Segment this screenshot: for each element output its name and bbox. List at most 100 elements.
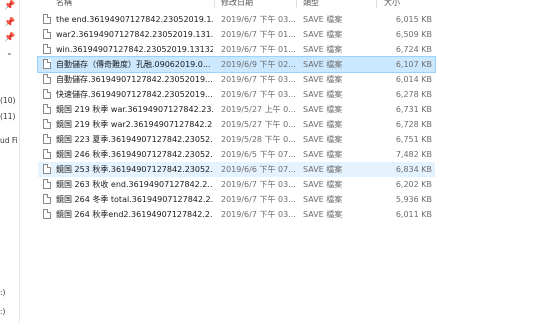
pin-icon[interactable]: 📌	[4, 18, 15, 28]
file-name: war2.36194907127842.23052019.131...	[56, 30, 213, 39]
file-row[interactable]: the end.36194907127842.23052019.1... 2019…	[38, 12, 435, 27]
file-icon	[43, 29, 51, 39]
file-name: 鏡国 253 秋季.36194907127842.23052...	[56, 165, 213, 174]
pane-divider[interactable]	[19, 0, 20, 323]
file-date: 2019/6/7 下午 01...	[221, 30, 296, 39]
file-type: SAVE 檔案	[303, 135, 343, 144]
column-separator[interactable]	[376, 0, 377, 8]
file-size: 6,728 KB	[395, 120, 432, 129]
file-name: 鏡国 223 夏季.36194907127842.23052...	[56, 135, 213, 144]
file-date: 2019/6/7 下午 03...	[221, 180, 296, 189]
file-type: SAVE 檔案	[303, 210, 343, 219]
file-size: 5,936 KB	[395, 195, 432, 204]
file-type: SAVE 檔案	[303, 75, 343, 84]
file-size: 6,724 KB	[395, 45, 432, 54]
file-name: 鏡国 219 秋季 war.36194907127842.23...	[56, 105, 213, 114]
file-type: SAVE 檔案	[303, 150, 343, 159]
file-size: 6,014 KB	[395, 75, 432, 84]
file-date: 2019/6/9 下午 02...	[221, 60, 296, 69]
file-icon	[43, 14, 51, 24]
file-icon	[43, 179, 51, 189]
file-row[interactable]: 鏡国 223 夏季.36194907127842.23052... 2019/5/…	[38, 132, 435, 147]
file-size: 6,751 KB	[395, 135, 432, 144]
file-date: 2019/6/5 下午 07...	[221, 150, 296, 159]
file-name: 自動儲存（傳奇難度）孔融.09062019.0...	[56, 60, 211, 69]
file-size: 7,482 KB	[395, 150, 432, 159]
file-icon	[43, 209, 51, 219]
file-date: 2019/5/27 下午 0...	[221, 120, 296, 129]
file-icon	[43, 194, 51, 204]
file-row[interactable]: 鏡国 264 秋季end2.36194907127842.2... 2019/6/…	[38, 207, 435, 222]
file-row[interactable]: 鏡国 263 秋收 end.36194907127842.2... 2019/6/…	[38, 177, 435, 192]
file-date: 2019/6/7 下午 03...	[221, 75, 296, 84]
file-date: 2019/6/7 下午 03...	[221, 15, 296, 24]
nav-item-label[interactable]: :)	[0, 307, 5, 316]
file-type: SAVE 檔案	[303, 15, 343, 24]
column-header-size[interactable]: 大小	[384, 0, 400, 8]
column-separator[interactable]	[296, 0, 297, 8]
chevron-down-icon[interactable]: ⌄	[6, 48, 13, 57]
file-icon	[43, 89, 51, 99]
file-type: SAVE 檔案	[303, 45, 343, 54]
file-size: 6,202 KB	[395, 180, 432, 189]
file-name: 快速儲存.36194907127842.23052019....	[56, 90, 213, 99]
pin-icon[interactable]: 📌	[4, 1, 15, 11]
file-icon	[43, 134, 51, 144]
file-size: 6,509 KB	[395, 30, 432, 39]
file-row[interactable]: 鏡国 246 秋季.36194907127842.23052... 2019/6/…	[38, 147, 435, 162]
file-row[interactable]: 自動儲存（傳奇難度）孔融.09062019.0... 2019/6/9 下午 02…	[37, 56, 436, 73]
nav-item-label[interactable]: (10)	[0, 96, 15, 105]
file-size: 6,011 KB	[395, 210, 432, 219]
nav-item-label[interactable]: :)	[0, 288, 5, 297]
file-type: SAVE 檔案	[303, 195, 343, 204]
file-size: 6,731 KB	[395, 105, 432, 114]
column-header-date[interactable]: 修改日期	[221, 0, 253, 8]
file-size: 6,834 KB	[395, 165, 432, 174]
file-icon	[43, 44, 51, 54]
file-row[interactable]: 鏡国 219 秋季 war2.36194907127842.2... 2019/5…	[38, 117, 435, 132]
file-type: SAVE 檔案	[303, 165, 343, 174]
file-name: 鏡国 246 秋季.36194907127842.23052...	[56, 150, 213, 159]
file-date: 2019/6/7 下午 03...	[221, 210, 296, 219]
file-date: 2019/6/6 下午 07...	[221, 165, 296, 174]
file-row[interactable]: 快速儲存.36194907127842.23052019.... 2019/6/7…	[38, 87, 435, 102]
file-name: win.36194907127842.23052019.13132...	[56, 45, 213, 54]
column-header-name[interactable]: 名稱	[56, 0, 72, 8]
file-size: 6,015 KB	[395, 15, 432, 24]
file-name: 鏡国 264 秋季end2.36194907127842.2...	[56, 210, 213, 219]
file-type: SAVE 檔案	[303, 60, 343, 69]
file-size: 6,278 KB	[395, 90, 432, 99]
navigation-pane: 📌 📌 📌 ⌄ (10) (11) ud Fi :) :)	[0, 0, 19, 323]
file-size: 6,107 KB	[395, 60, 432, 69]
nav-item-label[interactable]: ud Fi	[0, 136, 18, 145]
file-row[interactable]: 自動儲存.36194907127842.23052019.... 2019/6/7…	[38, 72, 435, 87]
file-name: 自動儲存.36194907127842.23052019....	[56, 75, 213, 84]
file-date: 2019/6/7 下午 03...	[221, 90, 296, 99]
file-icon	[43, 119, 51, 129]
file-type: SAVE 檔案	[303, 180, 343, 189]
file-date: 2019/6/7 下午 03...	[221, 195, 296, 204]
column-separator[interactable]	[214, 0, 215, 8]
file-type: SAVE 檔案	[303, 105, 343, 114]
file-icon	[43, 149, 51, 159]
file-name: 鏡国 219 秋季 war2.36194907127842.2...	[56, 120, 213, 129]
file-type: SAVE 檔案	[303, 30, 343, 39]
file-type: SAVE 檔案	[303, 120, 343, 129]
file-date: 2019/5/28 下午 0...	[221, 135, 296, 144]
file-date: 2019/5/27 上午 0...	[221, 105, 296, 114]
file-icon	[43, 104, 51, 114]
nav-item-label[interactable]: (11)	[0, 112, 15, 121]
file-name: the end.36194907127842.23052019.1...	[56, 15, 213, 24]
column-header-type[interactable]: 類型	[303, 0, 319, 8]
file-row[interactable]: 鏡国 253 秋季.36194907127842.23052... 2019/6/…	[38, 162, 435, 177]
file-row[interactable]: win.36194907127842.23052019.13132... 2019…	[38, 42, 435, 57]
file-row[interactable]: war2.36194907127842.23052019.131... 2019/…	[38, 27, 435, 42]
pin-icon[interactable]: 📌	[4, 33, 15, 43]
file-row[interactable]: 鏡国 264 冬季 total.36194907127842.2... 2019/…	[38, 192, 435, 207]
file-date: 2019/6/7 下午 01...	[221, 45, 296, 54]
file-name: 鏡国 264 冬季 total.36194907127842.2...	[56, 195, 213, 204]
file-type: SAVE 檔案	[303, 90, 343, 99]
file-row[interactable]: 鏡国 219 秋季 war.36194907127842.23... 2019/5…	[38, 102, 435, 117]
file-name: 鏡国 263 秋收 end.36194907127842.2...	[56, 180, 213, 189]
file-icon	[43, 74, 51, 84]
